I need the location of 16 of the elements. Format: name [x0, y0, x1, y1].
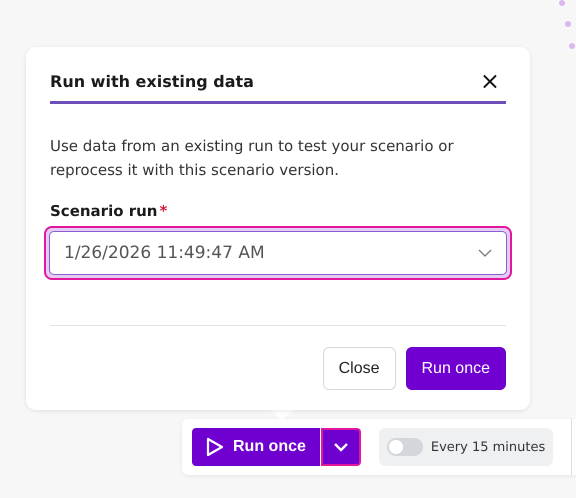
chevron-down-icon — [332, 442, 349, 452]
close-button[interactable]: × — [474, 71, 506, 91]
play-icon — [206, 437, 224, 457]
dialog-description: Use data from an existing run to test your scenario or reprocess it with this scenario version. — [50, 136, 455, 181]
run-once-button[interactable]: Run once — [192, 428, 320, 466]
scenario-run-select[interactable]: 1/26/2026 11:49:47 AM — [44, 226, 512, 280]
field-label: Scenario run — [50, 202, 158, 220]
dots-drawing — [556, 0, 576, 50]
run-once-button[interactable]: Run once — [406, 347, 506, 390]
toggle-switch[interactable] — [386, 438, 423, 456]
schedule-toggle[interactable]: Every 15 minutes — [378, 428, 554, 466]
close-button[interactable]: Close — [322, 347, 396, 390]
required-mark: * — [160, 202, 168, 220]
chevron-down-icon — [478, 249, 492, 257]
run-options-button[interactable] — [320, 428, 361, 466]
dialog-title: Run with existing data — [50, 72, 254, 90]
